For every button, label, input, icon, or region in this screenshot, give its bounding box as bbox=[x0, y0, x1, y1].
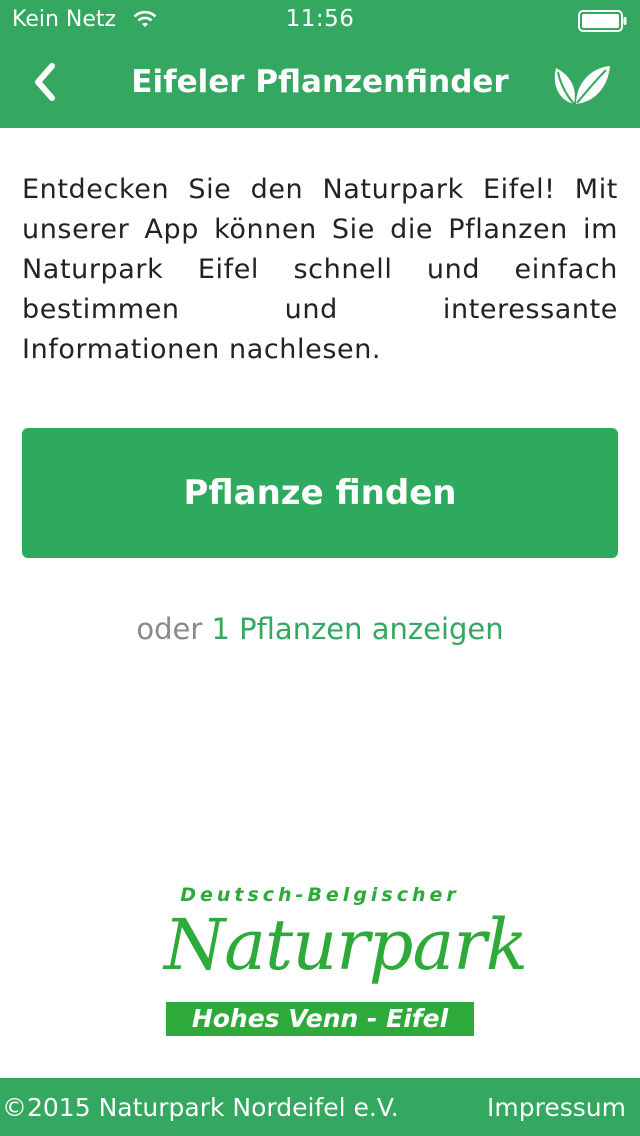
nav-bar: Eifeler Pflanzenfinder bbox=[0, 40, 640, 128]
logo-subtitle: Deutsch-Belgischer bbox=[180, 884, 460, 906]
logo-region: Hohes Venn - Eifel bbox=[166, 1002, 474, 1036]
copyright-text: ©2015 Naturpark Nordeifel e.V. bbox=[2, 1093, 399, 1122]
find-plant-button[interactable]: Pflanze finden bbox=[22, 428, 618, 558]
show-plants-link[interactable]: 1 Pflanzen anzeigen bbox=[212, 612, 504, 646]
intro-text: Entdecken Sie den Naturpark Eifel! Mit u… bbox=[22, 174, 618, 365]
logo-title: Naturpark bbox=[164, 904, 528, 986]
page-title: Eifeler Pflanzenfinder bbox=[131, 64, 509, 100]
footer: ©2015 Naturpark Nordeifel e.V. Impressum bbox=[0, 1078, 640, 1136]
top-bar: Kein Netz 11:56 Eifeler Pflanzenfinder bbox=[0, 0, 640, 128]
battery-icon bbox=[578, 10, 627, 32]
alternative-line: oder 1 Pflanzen anzeigen bbox=[0, 612, 640, 646]
clock: 11:56 bbox=[285, 6, 355, 32]
status-bar: Kein Netz 11:56 bbox=[0, 0, 640, 40]
leaf-icon[interactable] bbox=[550, 62, 612, 106]
naturpark-logo: Deutsch-Belgischer Naturpark Hohes Venn … bbox=[164, 884, 528, 1038]
impressum-link[interactable]: Impressum bbox=[487, 1093, 626, 1122]
or-label: oder bbox=[136, 612, 203, 646]
